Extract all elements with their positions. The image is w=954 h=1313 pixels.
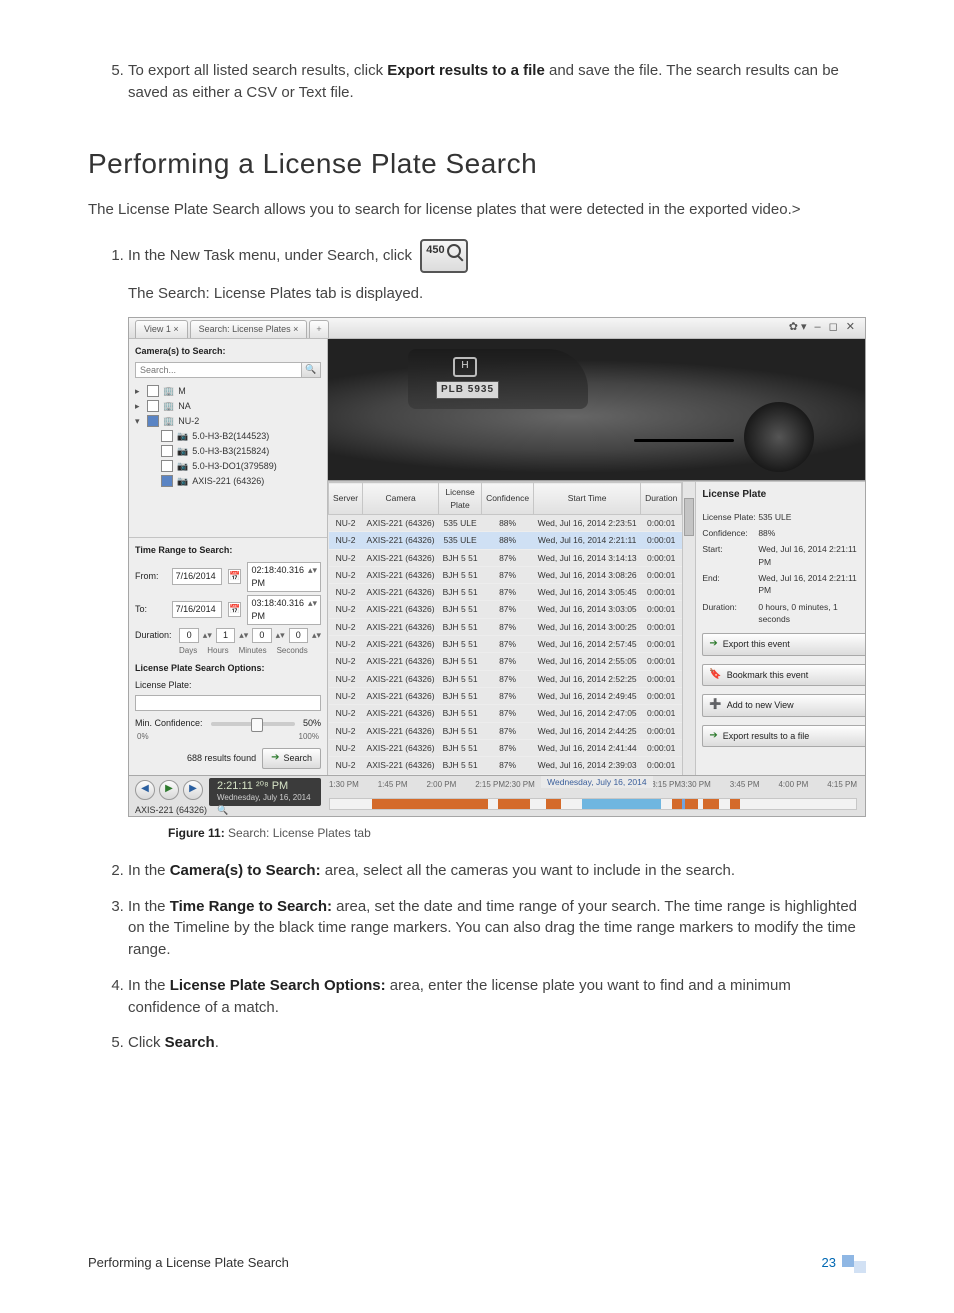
lp-label: License Plate:	[135, 679, 321, 692]
gear-icon[interactable]: ✿ ▾	[789, 320, 807, 336]
text: In the New Task menu, under Search, clic…	[128, 247, 416, 264]
step-5-export: To export all listed search results, cli…	[128, 60, 866, 104]
results-count: 688 results found	[187, 752, 256, 765]
table-row[interactable]: NU-2AXIS-221 (64326)BJH 5 5187%Wed, Jul …	[329, 584, 682, 601]
page-number: 23	[822, 1254, 836, 1273]
video-preview[interactable]: H PLB 5935	[328, 339, 866, 482]
bookmark-event-button[interactable]: 🔖Bookmark this event	[702, 664, 866, 687]
step-5: Click Search.	[128, 1032, 866, 1054]
table-row[interactable]: NU-2AXIS-221 (64326)BJH 5 5187%Wed, Jul …	[329, 757, 682, 774]
dur-seconds[interactable]: 0	[289, 628, 308, 643]
to-date[interactable]: 7/16/2014	[172, 601, 222, 618]
text: The Search: License Plates tab is displa…	[128, 283, 866, 305]
from-label: From:	[135, 570, 166, 583]
text: To export all listed search results, cli…	[128, 62, 387, 79]
window-titlebar: View 1 × Search: License Plates × + ✿ ▾ …	[129, 318, 865, 339]
table-row[interactable]: NU-2AXIS-221 (64326)535 ULE88%Wed, Jul 1…	[329, 532, 682, 549]
prev-button[interactable]: ◀	[135, 780, 155, 800]
icon-label: 450	[426, 243, 444, 259]
duration-label: Duration:	[135, 629, 175, 642]
results-scrollbar[interactable]	[682, 482, 695, 774]
results-table[interactable]: Server Camera License Plate Confidence S…	[328, 482, 682, 774]
dur-hours[interactable]: 1	[216, 628, 235, 643]
table-row[interactable]: NU-2AXIS-221 (64326)BJH 5 5187%Wed, Jul …	[329, 636, 682, 653]
camera-tree[interactable]: ▸🏢M ▸🏢NA ▾🏢NU-2 📷5.0-H3-B2(144523) 📷5.0-…	[129, 384, 327, 495]
timeline-camera-label: AXIS-221 (64326)	[135, 804, 207, 817]
tab-add[interactable]: +	[309, 320, 328, 338]
dur-minutes[interactable]: 0	[252, 628, 271, 643]
lp-options-title: License Plate Search Options:	[135, 662, 321, 675]
figure-caption: Figure 11: Search: License Plates tab	[168, 825, 866, 842]
license-plate-input[interactable]	[135, 695, 321, 711]
search-button[interactable]: ➔Search	[262, 748, 321, 769]
step-2: In the Camera(s) to Search: area, select…	[128, 860, 866, 882]
maximize-icon[interactable]: ◻	[829, 320, 838, 336]
play-button[interactable]: ▶	[159, 780, 179, 800]
step-1: In the New Task menu, under Search, clic…	[128, 239, 866, 842]
footer-title: Performing a License Plate Search	[88, 1254, 289, 1273]
add-to-view-button[interactable]: ➕Add to new View	[702, 694, 866, 717]
table-row[interactable]: NU-2AXIS-221 (64326)BJH 5 5187%Wed, Jul …	[329, 705, 682, 722]
cameras-title: Camera(s) to Search:	[129, 339, 327, 362]
table-row[interactable]: NU-2AXIS-221 (64326)BJH 5 5187%Wed, Jul …	[329, 549, 682, 566]
tab-search-license-plates[interactable]: Search: License Plates ×	[190, 320, 308, 338]
section-intro: The License Plate Search allows you to s…	[88, 199, 866, 221]
dur-days[interactable]: 0	[179, 628, 198, 643]
app-screenshot: View 1 × Search: License Plates × + ✿ ▾ …	[128, 317, 866, 817]
left-panel: Camera(s) to Search: 🔍 ▸🏢M ▸🏢NA ▾🏢NU-2 📷…	[129, 339, 328, 775]
table-row[interactable]: NU-2AXIS-221 (64326)535 ULE88%Wed, Jul 1…	[329, 514, 682, 531]
detail-title: License Plate	[702, 488, 866, 503]
bold: Export results to a file	[387, 62, 545, 79]
detected-plate: PLB 5935	[436, 381, 499, 400]
step-4: In the License Plate Search Options: are…	[128, 975, 866, 1019]
next-button[interactable]: ▶	[183, 780, 203, 800]
magnifier-icon	[447, 244, 463, 260]
table-row[interactable]: NU-2AXIS-221 (64326)BJH 5 5187%Wed, Jul …	[329, 688, 682, 705]
license-plate-search-icon: 450	[420, 239, 468, 273]
table-row[interactable]: NU-2AXIS-221 (64326)BJH 5 5187%Wed, Jul …	[329, 670, 682, 687]
timeline-day-label: Wednesday, July 16, 2014	[541, 776, 652, 788]
page-flag-icon	[842, 1255, 866, 1273]
timeline-time-display: 2:21:11 ²⁰⁸ PM Wednesday, July 16, 2014	[209, 778, 321, 806]
table-row[interactable]: NU-2AXIS-221 (64326)BJH 5 5187%Wed, Jul …	[329, 653, 682, 670]
vehicle-badge: H	[453, 357, 477, 377]
export-event-button[interactable]: ➔Export this event	[702, 633, 866, 656]
step-3: In the Time Range to Search: area, set t…	[128, 896, 866, 961]
table-row[interactable]: NU-2AXIS-221 (64326)BJH 5 5187%Wed, Jul …	[329, 566, 682, 583]
timeline[interactable]: ◀ ▶ ▶ 2:21:11 ²⁰⁸ PM Wednesday, July 16,…	[129, 775, 865, 817]
export-results-button[interactable]: ➔Export results to a file	[702, 725, 866, 748]
tab-view-1[interactable]: View 1 ×	[135, 320, 188, 338]
to-label: To:	[135, 603, 166, 616]
to-time[interactable]: 03:18:40.316 PM▴▾	[247, 595, 321, 625]
min-confidence-label: Min. Confidence:	[135, 717, 203, 730]
detail-panel: License Plate License Plate:535 ULE Conf…	[695, 482, 866, 774]
camera-search-input[interactable]	[135, 362, 301, 378]
calendar-icon[interactable]: 📅	[228, 602, 242, 617]
table-row[interactable]: NU-2AXIS-221 (64326)BJH 5 5187%Wed, Jul …	[329, 601, 682, 618]
table-row[interactable]: NU-2AXIS-221 (64326)BJH 5 5187%Wed, Jul …	[329, 739, 682, 756]
from-time[interactable]: 02:18:40.316 PM▴▾	[247, 562, 321, 592]
calendar-icon[interactable]: 📅	[228, 569, 242, 584]
section-heading: Performing a License Plate Search	[88, 144, 866, 185]
confidence-slider[interactable]	[211, 722, 295, 726]
table-row[interactable]: NU-2AXIS-221 (64326)BJH 5 5187%Wed, Jul …	[329, 722, 682, 739]
search-icon[interactable]: 🔍	[301, 362, 321, 378]
time-range-title: Time Range to Search:	[135, 544, 321, 557]
minimize-icon[interactable]: –	[815, 320, 821, 336]
table-row[interactable]: NU-2AXIS-221 (64326)BJH 5 5187%Wed, Jul …	[329, 618, 682, 635]
close-icon[interactable]: ✕	[846, 320, 855, 336]
from-date[interactable]: 7/16/2014	[172, 568, 222, 585]
